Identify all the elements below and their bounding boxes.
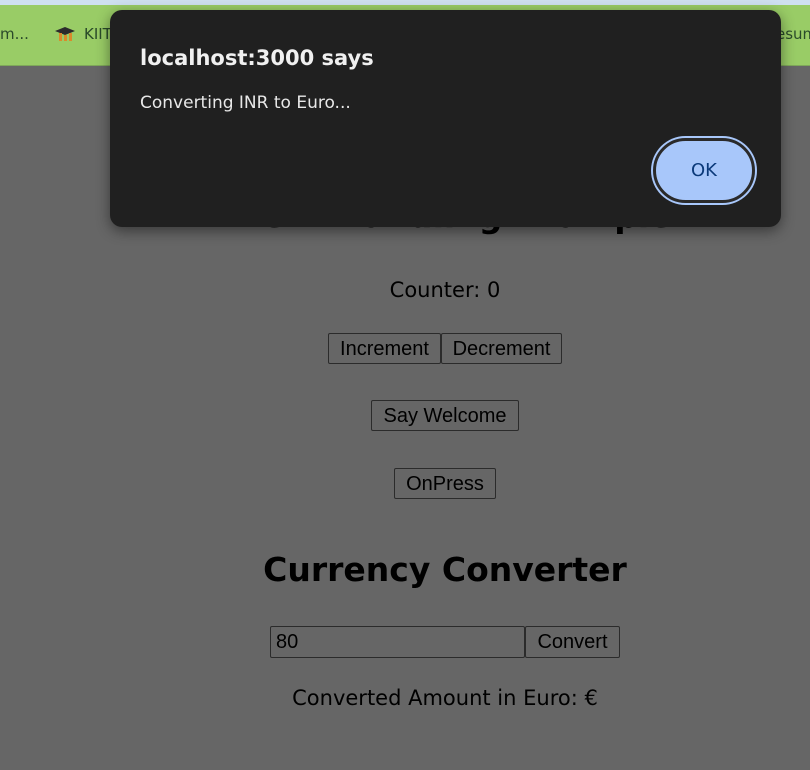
converted-amount-text: Converted Amount in Euro: € [292, 686, 598, 710]
convert-button[interactable]: Convert [525, 626, 620, 658]
say-welcome-button[interactable]: Say Welcome [371, 400, 519, 431]
bookmark-item-kiit[interactable]: KIIT [54, 25, 112, 43]
bookmark-label: KIIT [84, 25, 112, 43]
bookmark-item[interactable]: m... [0, 25, 29, 43]
onpress-button[interactable]: OnPress [394, 468, 496, 499]
currency-heading: Currency Converter [263, 550, 627, 589]
counter-text: Counter: 0 [389, 278, 501, 302]
ok-button[interactable]: OK [653, 138, 755, 203]
decrement-button[interactable]: Decrement [441, 333, 562, 364]
dialog-title: localhost:3000 says [140, 46, 374, 70]
bookmark-item[interactable]: esum [776, 25, 810, 43]
amount-input[interactable] [270, 626, 525, 658]
alert-dialog: localhost:3000 says Converting INR to Eu… [110, 10, 781, 227]
graduation-cap-icon [54, 26, 76, 42]
dialog-message: Converting INR to Euro... [140, 93, 351, 113]
increment-button[interactable]: Increment [328, 333, 441, 364]
